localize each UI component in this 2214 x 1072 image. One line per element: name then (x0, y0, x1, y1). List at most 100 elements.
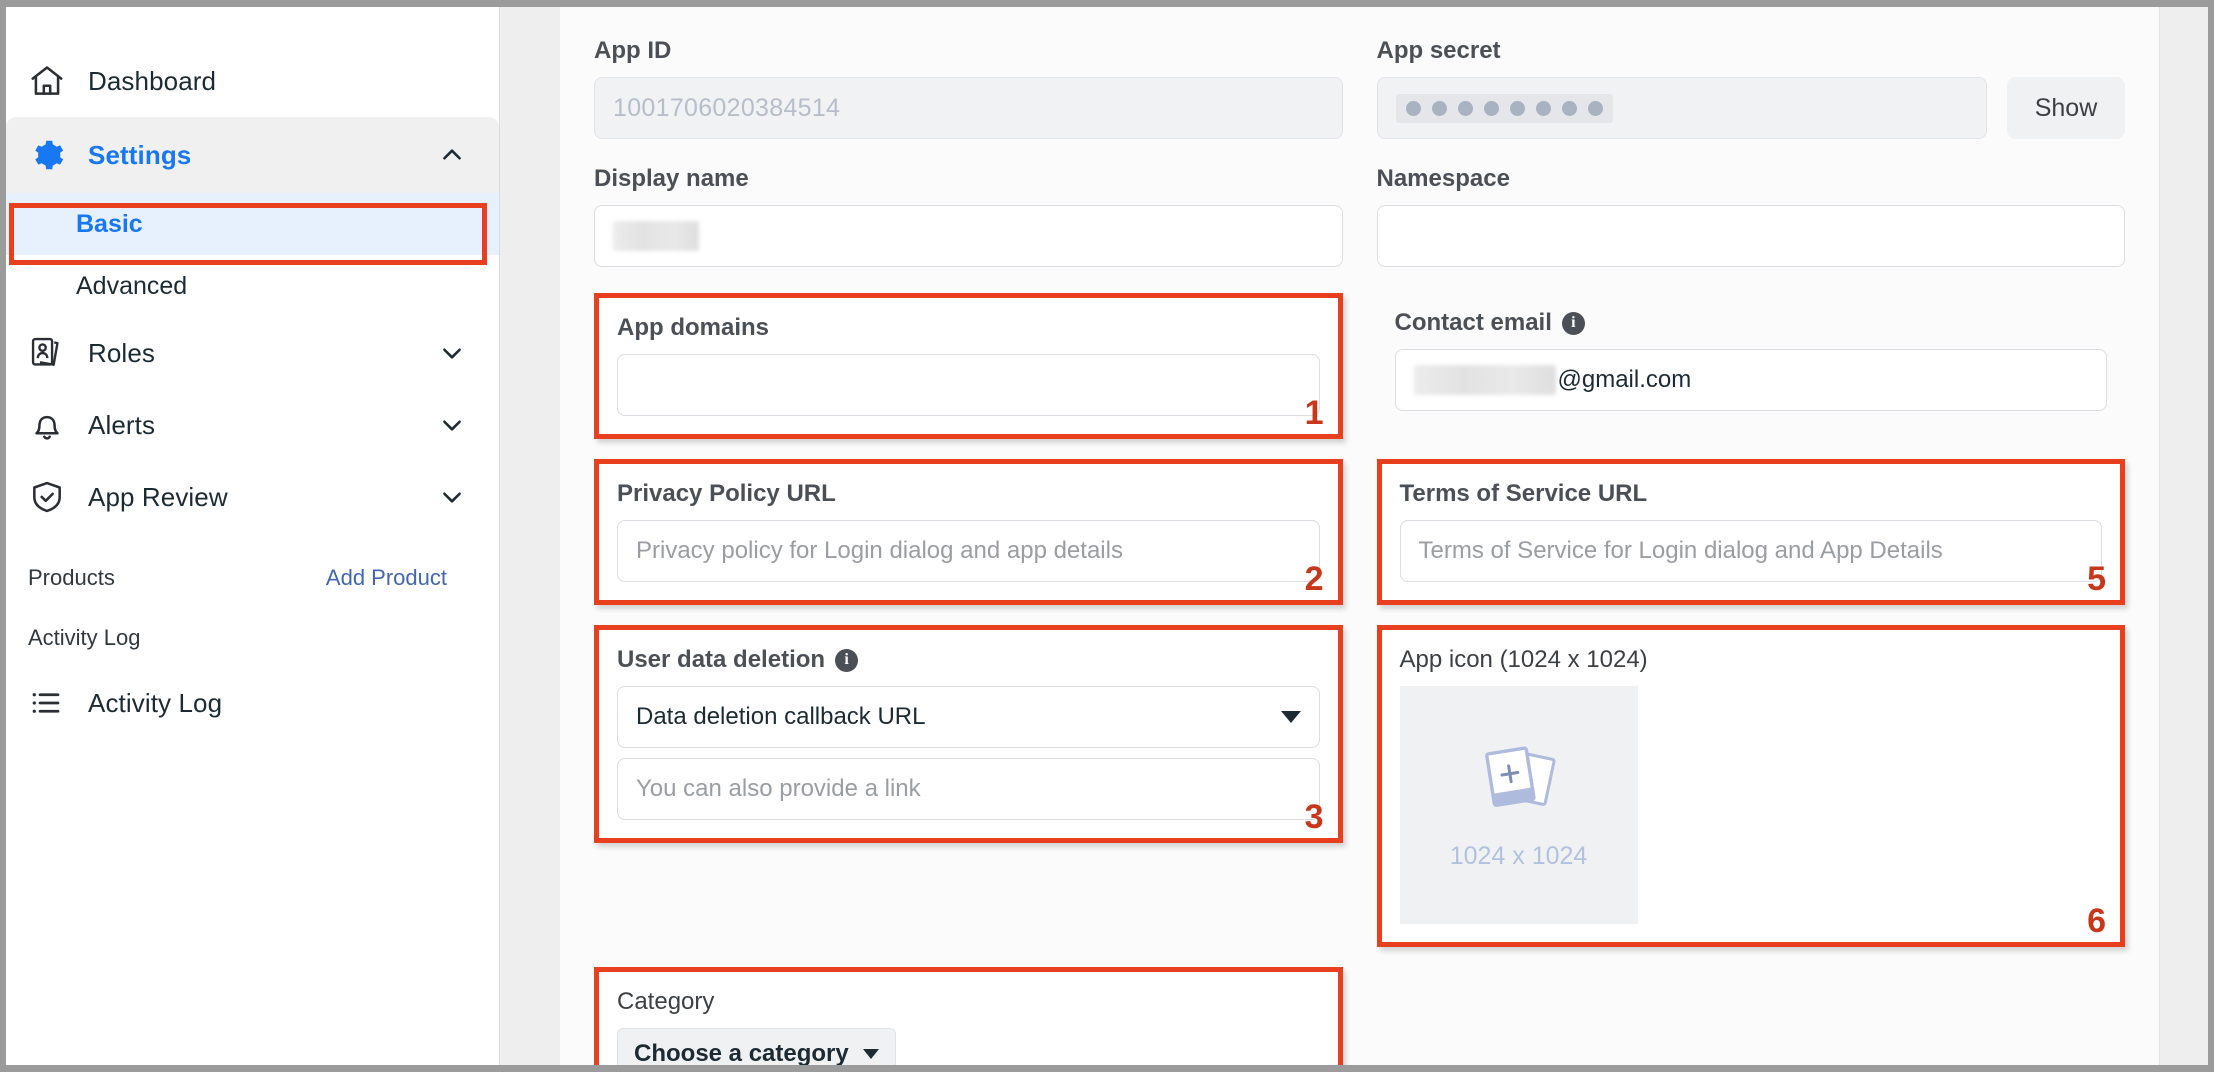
contact-email-redacted-local-part (1413, 365, 1556, 395)
category-annotated-box: Category Choose a category Find out more… (594, 967, 1343, 1065)
activity-log-caption: Activity Log (28, 625, 141, 650)
sidebar: Dashboard Settings Basic Advanced Roles … (6, 7, 500, 1065)
sidebar-item-label: Activity Log (88, 687, 223, 718)
row-domains-email: App domains 1 Contact email i @gmail.com (594, 293, 2125, 439)
app-secret-masked-value (1395, 93, 1613, 123)
right-gutter (2160, 7, 2208, 1065)
contact-email-label-text: Contact email (1394, 309, 1552, 336)
chevron-down-icon[interactable] (439, 412, 465, 438)
sidebar-item-advanced[interactable]: Advanced (6, 255, 499, 317)
contact-email-input[interactable]: @gmail.com (1394, 349, 2107, 411)
shield-check-icon (28, 478, 74, 516)
sidebar-item-label: Roles (88, 337, 155, 368)
annotation-number-3: 3 (1304, 798, 1324, 836)
namespace-input[interactable] (1376, 205, 2125, 267)
add-product-link[interactable]: Add Product (326, 565, 447, 591)
choose-category-button[interactable]: Choose a category (617, 1028, 896, 1065)
row-deletion-appicon: User data deletion i Data deletion callb… (594, 625, 2125, 947)
products-section-header: Products Add Product (6, 547, 499, 609)
chevron-down-icon[interactable] (439, 484, 465, 510)
chevron-down-icon[interactable] (439, 340, 465, 366)
show-app-secret-button[interactable]: Show (2007, 77, 2125, 139)
sidebar-item-label: Alerts (88, 409, 156, 440)
app-id-input[interactable]: 1001706020384514 (594, 77, 1343, 139)
app-icon-label: App icon (1024 x 1024) (1399, 646, 1648, 673)
privacy-policy-placeholder: Privacy policy for Login dialog and app … (636, 537, 1123, 564)
settings-subnav: Basic Advanced (6, 193, 499, 317)
data-deletion-method-value: Data deletion callback URL (636, 703, 926, 730)
sidebar-subitem-label: Advanced (76, 271, 188, 300)
privacy-policy-annotated-box: Privacy Policy URL Privacy policy for Lo… (594, 459, 1343, 605)
data-deletion-link-input[interactable]: You can also provide a link (617, 758, 1320, 820)
chevron-down-icon (862, 1049, 879, 1059)
add-photo-icon (1471, 739, 1567, 828)
contact-email-label: Contact email i (1395, 309, 2108, 337)
display-name-redacted-value (613, 221, 699, 251)
annotation-number-6: 6 (2087, 902, 2106, 940)
sidebar-item-alerts[interactable]: Alerts (6, 389, 499, 461)
namespace-field-group: Namespace (1376, 165, 2125, 267)
display-name-input[interactable] (594, 205, 1343, 267)
contact-email-domain: @gmail.com (1557, 366, 1692, 393)
app-secret-label: App secret (1376, 37, 1501, 64)
privacy-policy-label: Privacy Policy URL (617, 480, 836, 507)
app-domains-label: App domains (617, 314, 770, 341)
sidebar-item-activity-log[interactable]: Activity Log (6, 667, 499, 739)
display-name-label: Display name (594, 165, 749, 192)
sidebar-subitem-label: Basic (76, 209, 143, 238)
annotation-number-5: 5 (2087, 560, 2106, 598)
chevron-up-icon[interactable] (439, 142, 465, 168)
app-window: Dashboard Settings Basic Advanced Roles … (0, 0, 2214, 1072)
roles-icon (28, 334, 74, 372)
privacy-policy-input[interactable]: Privacy policy for Login dialog and app … (617, 520, 1320, 582)
app-domains-annotated-box: App domains 1 (594, 293, 1343, 439)
row-app-id-secret: App ID 1001706020384514 App secret Show (594, 37, 2125, 139)
app-domains-input[interactable] (617, 354, 1320, 416)
row-category: Category Choose a category Find out more… (594, 967, 2126, 1065)
terms-of-service-annotated-box: Terms of Service URL Terms of Service fo… (1376, 459, 2125, 605)
app-id-value: 1001706020384514 (613, 93, 841, 122)
user-data-deletion-annotated-box: User data deletion i Data deletion callb… (594, 625, 1343, 843)
content-region: App ID 1001706020384514 App secret Show (560, 7, 2208, 1065)
sidebar-item-label: Dashboard (88, 65, 217, 96)
sidebar-item-roles[interactable]: Roles (6, 317, 499, 389)
app-secret-input[interactable] (1376, 77, 1987, 139)
sidebar-item-label: Settings (88, 139, 192, 170)
bell-icon (28, 406, 74, 444)
sidebar-item-app-review[interactable]: App Review (6, 461, 499, 533)
annotation-number-2: 2 (1304, 560, 1324, 598)
user-data-deletion-label: User data deletion i (617, 646, 1320, 674)
chevron-down-icon (1280, 711, 1301, 723)
app-secret-field-group: App secret Show (1376, 37, 2125, 139)
category-row-spacer (1377, 967, 2126, 1065)
app-icon-upload-dropzone[interactable]: 1024 x 1024 (1399, 686, 1638, 924)
terms-of-service-label: Terms of Service URL (1399, 480, 1648, 507)
layout-gutter (500, 7, 560, 1065)
home-icon (28, 62, 74, 100)
contact-email-field-group: Contact email i @gmail.com (1377, 293, 2126, 439)
row-display-namespace: Display name Namespace (594, 165, 2125, 267)
sidebar-item-dashboard[interactable]: Dashboard (6, 45, 499, 117)
activity-log-section-header: Activity Log (6, 609, 499, 667)
info-icon[interactable]: i (1561, 311, 1585, 335)
data-deletion-link-placeholder: You can also provide a link (636, 775, 921, 802)
list-icon (28, 685, 74, 721)
row-privacy-terms: Privacy Policy URL Privacy policy for Lo… (594, 459, 2125, 605)
basic-settings-panel: App ID 1001706020384514 App secret Show (560, 7, 2160, 1065)
category-label: Category (617, 988, 715, 1015)
info-icon[interactable]: i (835, 648, 859, 672)
app-icon-annotated-box: App icon (1024 x 1024) 1024 x 1024 6 (1376, 625, 2125, 947)
sidebar-item-basic[interactable]: Basic (6, 193, 499, 255)
terms-of-service-placeholder: Terms of Service for Login dialog and Ap… (1418, 537, 1943, 564)
terms-of-service-input[interactable]: Terms of Service for Login dialog and Ap… (1399, 520, 2102, 582)
products-label: Products (28, 565, 115, 590)
app-id-label: App ID (594, 37, 672, 64)
sidebar-item-label: App Review (88, 481, 228, 512)
app-icon-dimension-text: 1024 x 1024 (1449, 842, 1588, 870)
gear-icon (28, 136, 74, 174)
annotation-number-1: 1 (1304, 394, 1324, 432)
sidebar-item-settings[interactable]: Settings (6, 117, 499, 193)
display-name-field-group: Display name (594, 165, 1343, 267)
namespace-label: Namespace (1376, 165, 1510, 192)
data-deletion-method-select[interactable]: Data deletion callback URL (617, 686, 1320, 748)
